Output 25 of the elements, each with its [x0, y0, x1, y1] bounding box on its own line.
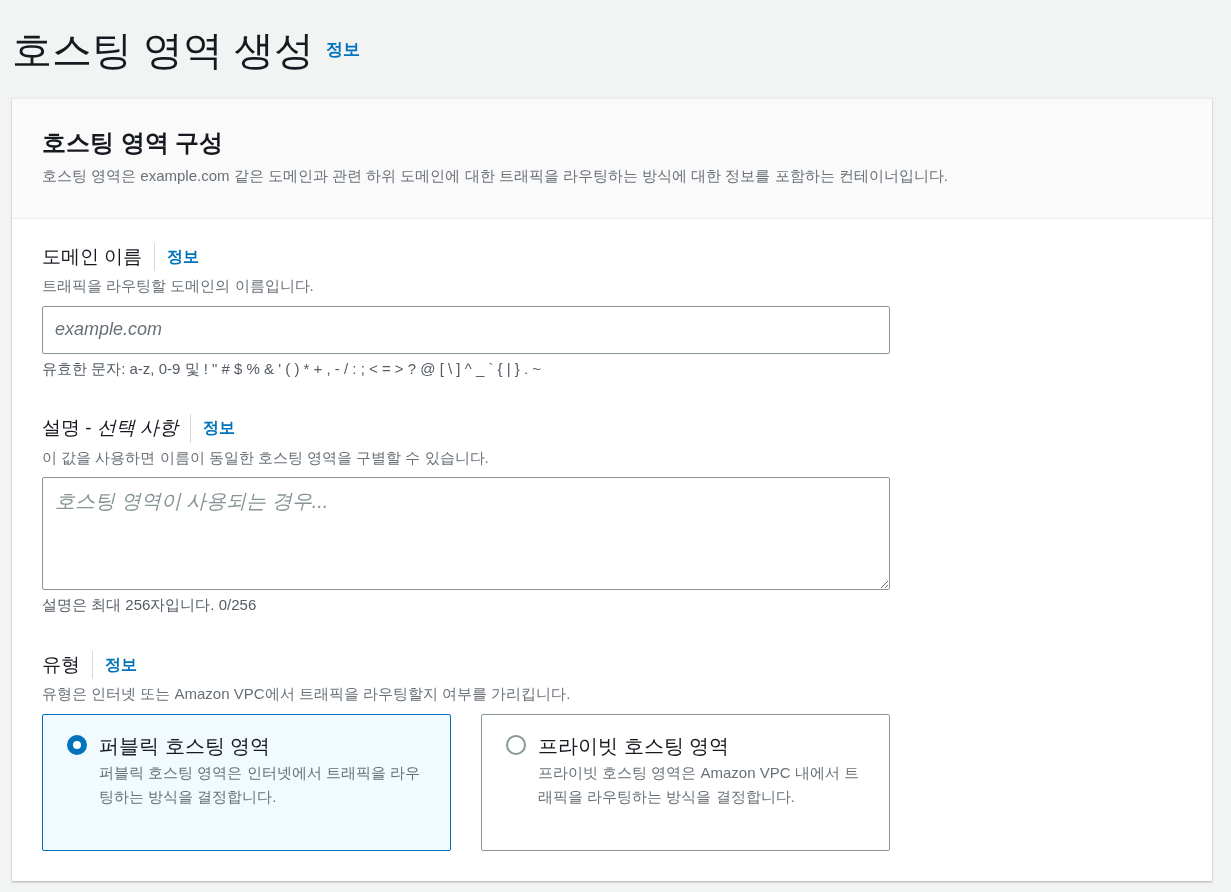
- option-label: 퍼블릭 호스팅 영역: [99, 733, 272, 759]
- option-description: 퍼블릭 호스팅 영역은 인터넷에서 트래픽을 라우팅하는 방식을 결정합니다.: [99, 762, 421, 807]
- field-constraint: 설명은 최대 256자입니다. 0/256: [42, 595, 258, 615]
- field-constraint: 유효한 문자: a-z, 0-9 및 ! " # $ % & ' ( ) * + , - / : ; < = > ? @ [ \ ] ^ _ ` { | } . ~: [42, 358, 543, 379]
- info-link[interactable]: 정보: [155, 244, 200, 269]
- info-link[interactable]: 정보: [326, 36, 361, 78]
- field-label: 유형: [42, 650, 93, 679]
- info-link[interactable]: 정보: [93, 652, 137, 677]
- radio-tile[interactable]: 프라이빗 호스팅 영역 프라이빗 호스팅 영역은 Amazon VPC 내에서 트래픽을 라우팅하는 방식을 결정합니다.: [481, 713, 890, 851]
- card-title: 호스팅 영역 구성: [42, 128, 225, 158]
- field-description: 트래픽을 라우팅할 도메인의 이름입니다.: [42, 276, 315, 296]
- radio-icon: [67, 734, 87, 755]
- domain-name-field[interactable]: example.com: [42, 305, 890, 354]
- field-label: 설명 - 선택 사항: [42, 414, 192, 443]
- field-description: 유형은 인터넷 또는 Amazon VPC에서 트래픽을 라우팅할지 여부를 가리킵니다.: [42, 684, 572, 704]
- radio-icon: [506, 734, 526, 755]
- option-description: 프라이빗 호스팅 영역은 Amazon VPC 내에서 트래픽을 라우팅하는 방식을 결정합니다.: [538, 762, 860, 807]
- radio-tile[interactable]: 퍼블릭 호스팅 영역 퍼블릭 호스팅 영역은 인터넷에서 트래픽을 라우팅하는 방식을 결정합니다.: [42, 713, 451, 851]
- page-title: 호스팅 영역 생성: [12, 30, 315, 74]
- field-description: 이 값을 사용하면 이름이 동일한 호스팅 영역을 구별할 수 있습니다.: [42, 447, 490, 468]
- card-description: 호스팅 영역은 example.com 같은 도메인과 관련 하위 도메인에 대한 트래픽을 라우팅하는 방식에 대한 정보를 포함하는 컨테이너입니다.: [42, 166, 949, 186]
- field-label: 도메인 이름: [42, 242, 156, 271]
- description-field[interactable]: 호스팅 영역이 사용되는 경우...: [42, 477, 890, 590]
- option-label: 프라이빗 호스팅 영역: [538, 733, 731, 759]
- info-link[interactable]: 정보: [191, 416, 236, 441]
